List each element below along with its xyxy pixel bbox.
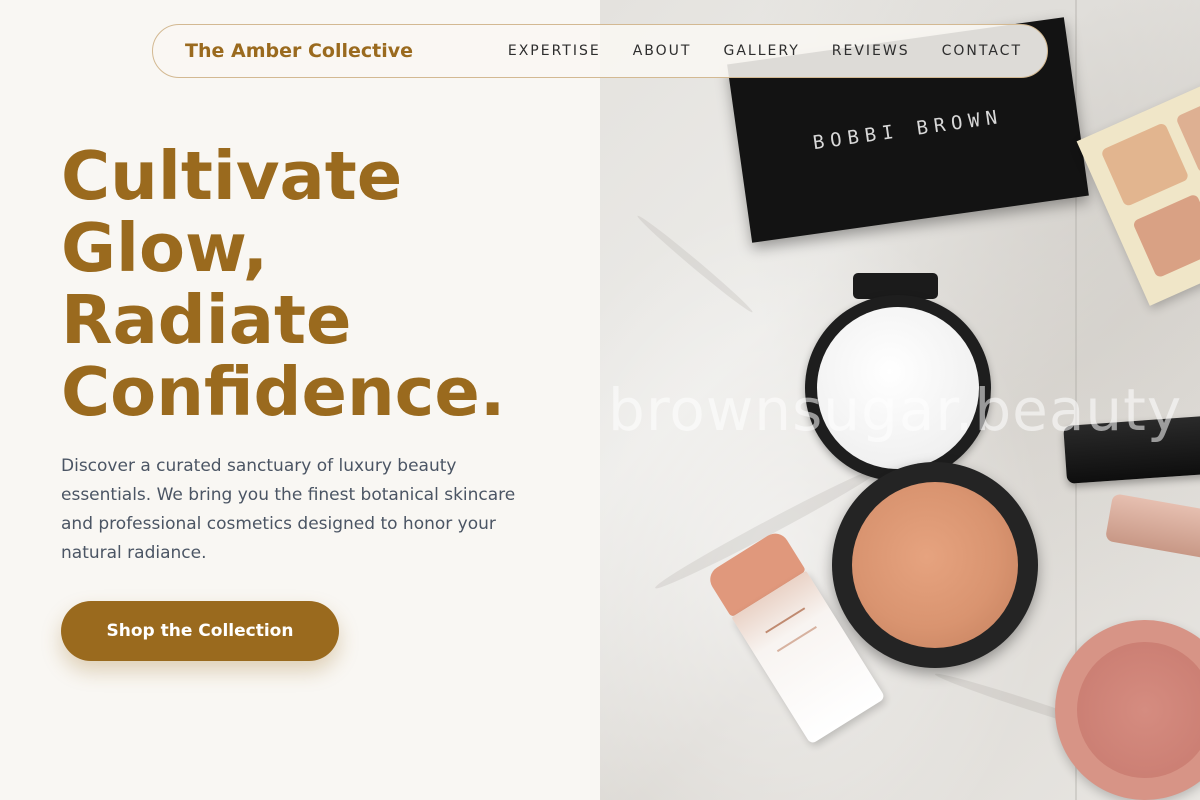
marble-vein (634, 212, 756, 316)
bronzer-compact (832, 462, 1038, 668)
headline-line: Confidence. (61, 353, 506, 431)
eyeshadow-pan (1100, 122, 1190, 208)
hero-headline: Cultivate Glow, Radiate Confidence. (61, 140, 601, 428)
nav-link-gallery[interactable]: GALLERY (723, 43, 799, 59)
nav-link-reviews[interactable]: REVIEWS (832, 43, 910, 59)
eyeshadow-pan (1132, 193, 1200, 279)
palette-brand-text: BOBBI BROWN (811, 105, 1005, 155)
headline-line: Cultivate (61, 137, 403, 215)
pink-lipstick (1104, 493, 1200, 565)
brand-logo-link[interactable]: The Amber Collective (185, 40, 413, 62)
watermark-text: brownsugar.beauty (608, 376, 1183, 444)
tube-label (765, 607, 817, 653)
nav-link-about[interactable]: ABOUT (633, 43, 692, 59)
hero-description: Discover a curated sanctuary of luxury b… (61, 456, 516, 563)
top-navbar: The Amber Collective EXPERTISE ABOUT GAL… (152, 24, 1048, 78)
nav-link-expertise[interactable]: EXPERTISE (508, 43, 601, 59)
headline-line: Radiate (61, 281, 352, 359)
shop-collection-button[interactable]: Shop the Collection (61, 601, 339, 661)
nav-link-contact[interactable]: CONTACT (942, 43, 1022, 59)
hero-product-photo: BOBBI BROWN brownsugar.beauty (600, 0, 1200, 800)
nav-links: EXPERTISE ABOUT GALLERY REVIEWS CONTACT (508, 43, 1022, 59)
headline-line: Glow, (61, 209, 269, 287)
eyeshadow-palette (1076, 64, 1200, 306)
